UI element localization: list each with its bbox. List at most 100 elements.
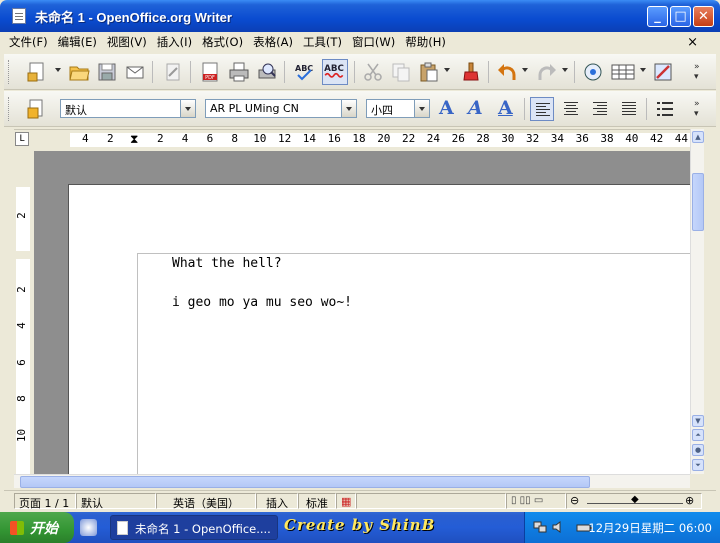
indent-marker-icon[interactable]: ⧗ <box>130 132 138 147</box>
page-style-indicator[interactable]: 默认 <box>76 493 156 510</box>
clock[interactable]: 12月29日星期二 06:00 <box>588 520 712 536</box>
paste-dropdown-arrow[interactable] <box>444 68 450 72</box>
toolbar-grip[interactable] <box>8 60 11 84</box>
font-name-combo[interactable]: AR PL UMing CN <box>205 99 357 118</box>
menu-window[interactable]: 窗口(W) <box>347 34 400 50</box>
menu-edit[interactable]: 编辑(E) <box>53 34 102 50</box>
chevron-down-icon[interactable] <box>414 100 429 117</box>
view-layout-icons[interactable]: ▯ ▯▯ ▭ <box>506 493 566 509</box>
horizontal-ruler[interactable]: L 4 2 ⧗ 2 4 6 8 10 12 14 16 18 20 22 24 26 28 30 32 34 36… <box>14 129 690 149</box>
autospellcheck-icon[interactable]: ABC <box>322 59 348 85</box>
align-left-icon[interactable] <box>530 97 554 121</box>
new-document-icon[interactable] <box>26 61 48 83</box>
scroll-down-button[interactable]: ▼ <box>692 415 704 427</box>
horizontal-scrollbar[interactable] <box>14 474 690 488</box>
toolbar-overflow-arrows[interactable]: » ▾ <box>694 62 704 82</box>
table-dropdown-arrow[interactable] <box>640 68 646 72</box>
font-size-combo[interactable]: 小四 <box>366 99 430 118</box>
horizontal-scroll-thumb[interactable] <box>20 476 590 488</box>
chevron-down-icon[interactable] <box>180 100 195 117</box>
zoom-out-icon[interactable]: ⊖ <box>570 494 579 507</box>
zoom-in-icon[interactable]: ⊕ <box>685 494 694 507</box>
tab-type-selector[interactable]: L <box>15 132 29 146</box>
menu-format[interactable]: 格式(O) <box>197 34 248 50</box>
selection-mode-indicator[interactable]: 标准 <box>298 493 336 510</box>
previous-page-button[interactable]: ⏶ <box>692 429 704 441</box>
document-page[interactable]: What the hell? i geo mo ya mu seo wo~! <box>68 184 690 474</box>
email-icon[interactable] <box>124 61 146 83</box>
close-document-button[interactable]: × <box>687 35 698 50</box>
print-icon[interactable] <box>228 61 250 83</box>
document-line[interactable]: i geo mo ya mu seo wo~! <box>172 295 352 310</box>
format-paintbrush-icon[interactable] <box>460 61 482 83</box>
redo-icon[interactable] <box>536 61 558 83</box>
toolbar-grip[interactable] <box>8 97 11 121</box>
start-button[interactable]: 开始 <box>0 512 74 543</box>
print-preview-icon[interactable] <box>256 61 278 83</box>
menu-table[interactable]: 表格(A) <box>248 34 298 50</box>
toolbar-overflow-arrows[interactable]: » ▾ <box>694 99 704 119</box>
maximize-button[interactable]: □ <box>670 6 691 27</box>
menu-view[interactable]: 视图(V) <box>102 34 152 50</box>
table-icon[interactable] <box>610 61 638 83</box>
menu-help[interactable]: 帮助(H) <box>400 34 451 50</box>
vertical-scroll-thumb[interactable] <box>692 173 704 231</box>
start-label: 开始 <box>30 520 58 537</box>
signature-icon[interactable]: ▦ <box>336 493 356 509</box>
ruler-number: 18 <box>352 132 366 145</box>
insert-mode-indicator[interactable]: 插入 <box>256 493 298 510</box>
chevron-down-icon[interactable] <box>341 100 356 117</box>
undo-dropdown-arrow[interactable] <box>522 68 528 72</box>
align-center-icon[interactable] <box>559 97 583 121</box>
italic-icon[interactable]: A <box>468 97 483 119</box>
navigator-icon[interactable] <box>582 61 604 83</box>
paragraph-style-combo[interactable]: 默认 <box>60 99 196 118</box>
align-right-icon[interactable] <box>588 97 612 121</box>
styles-icon[interactable] <box>26 98 48 120</box>
paste-icon[interactable] <box>418 61 440 83</box>
minimize-button[interactable]: _ <box>647 6 668 27</box>
new-dropdown-arrow[interactable] <box>55 68 61 72</box>
scroll-up-button[interactable]: ▲ <box>692 131 704 143</box>
export-pdf-icon[interactable]: PDF <box>199 61 221 83</box>
next-page-button[interactable]: ⏷ <box>692 459 704 471</box>
network-icon[interactable] <box>533 520 547 534</box>
document-canvas[interactable]: What the hell? i geo mo ya mu seo wo~! <box>34 151 690 474</box>
font-size-value: 小四 <box>371 104 393 117</box>
vertical-scrollbar[interactable]: ▲ ▼ ⏶ ● ⏷ <box>690 129 704 474</box>
ruler-number: 24 <box>426 132 441 145</box>
draw-functions-icon[interactable] <box>652 61 674 83</box>
redo-dropdown-arrow[interactable] <box>562 68 568 72</box>
taskbar-window-button[interactable]: 未命名 1 - OpenOffice.... <box>110 515 278 540</box>
ruler-number: 14 <box>302 132 317 145</box>
numbering-icon[interactable] <box>654 98 676 120</box>
page-indicator[interactable]: 页面 1 / 1 <box>14 493 76 510</box>
copy-icon[interactable] <box>390 61 412 83</box>
menu-file[interactable]: 文件(F) <box>4 34 53 50</box>
ruler-number: 6 <box>206 132 214 145</box>
title-bar[interactable]: 未命名 1 - OpenOffice.org Writer _ □ ✕ <box>0 0 720 32</box>
justify-icon[interactable] <box>617 97 641 121</box>
menu-tools[interactable]: 工具(T) <box>298 34 347 50</box>
navigation-button[interactable]: ● <box>692 444 704 456</box>
save-icon[interactable] <box>96 61 118 83</box>
zoom-slider[interactable]: ⊖ ◆ ⊕ <box>566 493 702 509</box>
open-folder-icon[interactable] <box>68 61 90 83</box>
zoom-thumb[interactable]: ◆ <box>631 494 639 505</box>
vertical-ruler[interactable]: 2 2 4 6 8 10 <box>14 151 32 474</box>
volume-icon[interactable] <box>551 520 565 534</box>
ruler-number: 2 <box>14 286 28 293</box>
underline-icon[interactable]: A <box>498 97 513 119</box>
toolbar-separator <box>646 98 647 120</box>
spellcheck-icon[interactable]: ABC <box>294 61 316 83</box>
edit-file-icon[interactable] <box>162 61 184 83</box>
menu-insert[interactable]: 插入(I) <box>152 34 197 50</box>
quicklaunch-icon[interactable] <box>80 519 97 536</box>
undo-icon[interactable] <box>496 61 518 83</box>
ruler-number: 40 <box>625 132 639 145</box>
cut-icon[interactable] <box>362 61 384 83</box>
language-indicator[interactable]: 英语（美国） <box>156 493 256 510</box>
close-button[interactable]: ✕ <box>693 6 714 27</box>
bold-icon[interactable]: A <box>439 97 454 119</box>
document-line[interactable]: What the hell? <box>172 256 282 271</box>
